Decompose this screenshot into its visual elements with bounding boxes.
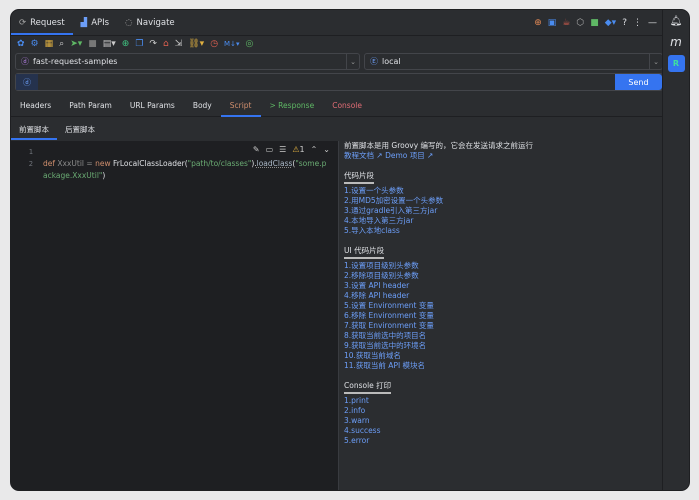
tab-console[interactable]: Console: [323, 95, 371, 116]
top-tab-bar: ⟳ Request ▟ APIs ◌ Navigate ⊕ ▣ ☕ ⬡ ■ ◆▾ ? …: [11, 10, 663, 36]
chevron-down-icon[interactable]: ⌄: [346, 54, 359, 69]
snippet-link[interactable]: 8.获取当前选中的项目名: [344, 331, 659, 341]
clock-icon[interactable]: ◷: [210, 39, 218, 49]
snippet-link[interactable]: 11.获取当前 API 模块名: [344, 361, 659, 371]
main-panel: ⟳ Request ▟ APIs ◌ Navigate ⊕ ▣ ☕ ⬡ ■ ◆▾ ? …: [11, 10, 663, 490]
copy-icon[interactable]: ❐: [135, 39, 143, 49]
demo-link[interactable]: Demo 项目 ↗: [385, 151, 433, 160]
link-icon[interactable]: ⛓▾: [188, 39, 204, 49]
tab-request[interactable]: ⟳ Request: [11, 10, 73, 35]
green-square-icon[interactable]: ■: [590, 18, 599, 28]
tab-body[interactable]: Body: [184, 95, 221, 116]
snippet-link[interactable]: 4.success: [344, 426, 659, 436]
cube-icon[interactable]: ◆▾: [605, 18, 616, 28]
import-icon[interactable]: ⇲: [175, 39, 183, 49]
tab-headers[interactable]: Headers: [11, 95, 60, 116]
puzzle-icon[interactable]: ✿: [17, 39, 25, 49]
snippet-link[interactable]: 2.移除项目级别头参数: [344, 271, 659, 281]
tutorial-link[interactable]: 教程文档 ↗: [344, 151, 383, 160]
project-select[interactable]: ⓓ fast-request-samples ⌄: [15, 53, 360, 70]
right-sidebar: 🔔︎ m R: [662, 10, 689, 490]
url-input[interactable]: [38, 74, 615, 90]
line-numbers: 12: [28, 148, 33, 168]
snippet-link[interactable]: 5.导入本地class: [344, 226, 659, 236]
radar-icon[interactable]: ◎: [245, 39, 253, 49]
snippet-link[interactable]: 5.error: [344, 436, 659, 446]
snippet-link[interactable]: 1.print: [344, 396, 659, 406]
navigate-icon: ◌: [125, 17, 133, 28]
code-editor[interactable]: 12 ✎ ▭ ☰ ⚠1 ⌃ ⌄ def XxxUtil = new FrLoca…: [11, 141, 339, 490]
section-title: UI 代码片段: [344, 246, 385, 259]
bot-icon[interactable]: ▣: [548, 18, 557, 28]
snippet-link[interactable]: 4.本地导入第三方jar: [344, 216, 659, 226]
snippet-link[interactable]: 9.获取当前选中的环境名: [344, 341, 659, 351]
snippet-link[interactable]: 3.设置 API header: [344, 281, 659, 291]
method-icon[interactable]: ⓓ: [16, 74, 38, 90]
stop-icon[interactable]: ■: [88, 39, 97, 49]
snippet-link[interactable]: 6.移除 Environment 变量: [344, 311, 659, 321]
target-icon[interactable]: ⊕: [122, 39, 130, 49]
script-subtabs: 前置脚本 后置脚本: [11, 118, 663, 140]
tab-url-params[interactable]: URL Params: [121, 95, 184, 116]
tab-path-param[interactable]: Path Param: [60, 95, 121, 116]
project-icon: ⓓ: [21, 57, 29, 66]
tab-script[interactable]: Script: [220, 95, 261, 117]
more-icon[interactable]: ⋮: [633, 18, 642, 28]
tab-navigate[interactable]: ◌ Navigate: [117, 10, 183, 35]
save-icon[interactable]: ▤▾: [103, 39, 116, 49]
snippet-link[interactable]: 1.设置项目级别头参数: [344, 261, 659, 271]
tab-post-script[interactable]: 后置脚本: [57, 118, 103, 140]
tab-apis[interactable]: ▟ APIs: [73, 10, 117, 35]
tab-response[interactable]: > Response: [261, 95, 324, 116]
delete-icon[interactable]: ⌂: [163, 39, 169, 49]
toolbar: ✿ ⚙ ▦ ⌕ ➤▾ ■ ▤▾ ⊕ ❐ ↷ ⌂ ⇲ ⛓▾ ◷ M↓▾ ◎: [11, 36, 663, 52]
snippet-link[interactable]: 2.用MD5加密设置一个头参数: [344, 196, 659, 206]
coffee-icon[interactable]: ☕: [562, 18, 570, 28]
search-icon[interactable]: ⌕: [59, 39, 64, 49]
snippet-link[interactable]: 3.通过gradle引入第三方jar: [344, 206, 659, 216]
fast-request-icon[interactable]: R: [667, 55, 685, 72]
request-tabs: Headers Path Param URL Params Body Scrip…: [11, 95, 663, 117]
send-button[interactable]: Send: [615, 74, 662, 90]
grid-icon[interactable]: ▦: [45, 39, 54, 49]
send-icon[interactable]: ➤▾: [70, 39, 82, 49]
hexagon-icon[interactable]: ⬡: [576, 18, 584, 28]
url-bar: ⓓ Send: [15, 73, 663, 91]
env-select[interactable]: Ⓔ local ⌄: [364, 53, 663, 70]
snippet-link[interactable]: 4.移除 API header: [344, 291, 659, 301]
tab-pre-script[interactable]: 前置脚本: [11, 118, 57, 140]
redo-icon[interactable]: ↷: [149, 39, 157, 49]
snippet-section: 代码片段 1.设置一个头参数 2.用MD5加密设置一个头参数 3.通过gradle引入…: [344, 161, 659, 236]
snippet-link[interactable]: 1.设置一个头参数: [344, 186, 659, 196]
request-icon: ⟳: [19, 17, 27, 28]
upload-icon[interactable]: ⊕: [534, 18, 542, 28]
m-icon[interactable]: m: [663, 35, 689, 49]
snippet-link[interactable]: 7.获取 Environment 变量: [344, 321, 659, 331]
minimize-icon[interactable]: —: [648, 18, 657, 28]
snippet-link[interactable]: 2.info: [344, 406, 659, 416]
snippet-link[interactable]: 5.设置 Environment 变量: [344, 301, 659, 311]
env-icon: Ⓔ: [370, 57, 378, 66]
chevron-down-icon[interactable]: ⌄: [649, 54, 662, 69]
snippet-link[interactable]: 10.获取当前域名: [344, 351, 659, 361]
script-help-panel: 前置脚本是用 Groovy 编写的，它会在发送请求之前运行 教程文档 ↗ Dem…: [344, 141, 659, 490]
markdown-icon[interactable]: M↓▾: [224, 40, 239, 48]
snippet-section: Console 打印 1.print 2.info 3.warn 4.success 5.…: [344, 371, 659, 446]
snippet-section: UI 代码片段 1.设置项目级别头参数 2.移除项目级别头参数 3.设置 API he…: [344, 236, 659, 371]
chart-icon: ▟: [80, 17, 88, 28]
snippet-link[interactable]: 3.warn: [344, 416, 659, 426]
help-icon[interactable]: ?: [622, 18, 627, 28]
settings-icon[interactable]: ⚙: [31, 39, 39, 49]
notification-icon[interactable]: 🔔︎: [663, 16, 689, 27]
code-text: def XxxUtil = new FrLocalClassLoader("pa…: [43, 159, 327, 180]
app-window: ⟳ Request ▟ APIs ◌ Navigate ⊕ ▣ ☕ ⬡ ■ ◆▾ ? …: [10, 9, 690, 491]
section-title: Console 打印: [344, 381, 392, 394]
section-title: 代码片段: [344, 171, 374, 184]
